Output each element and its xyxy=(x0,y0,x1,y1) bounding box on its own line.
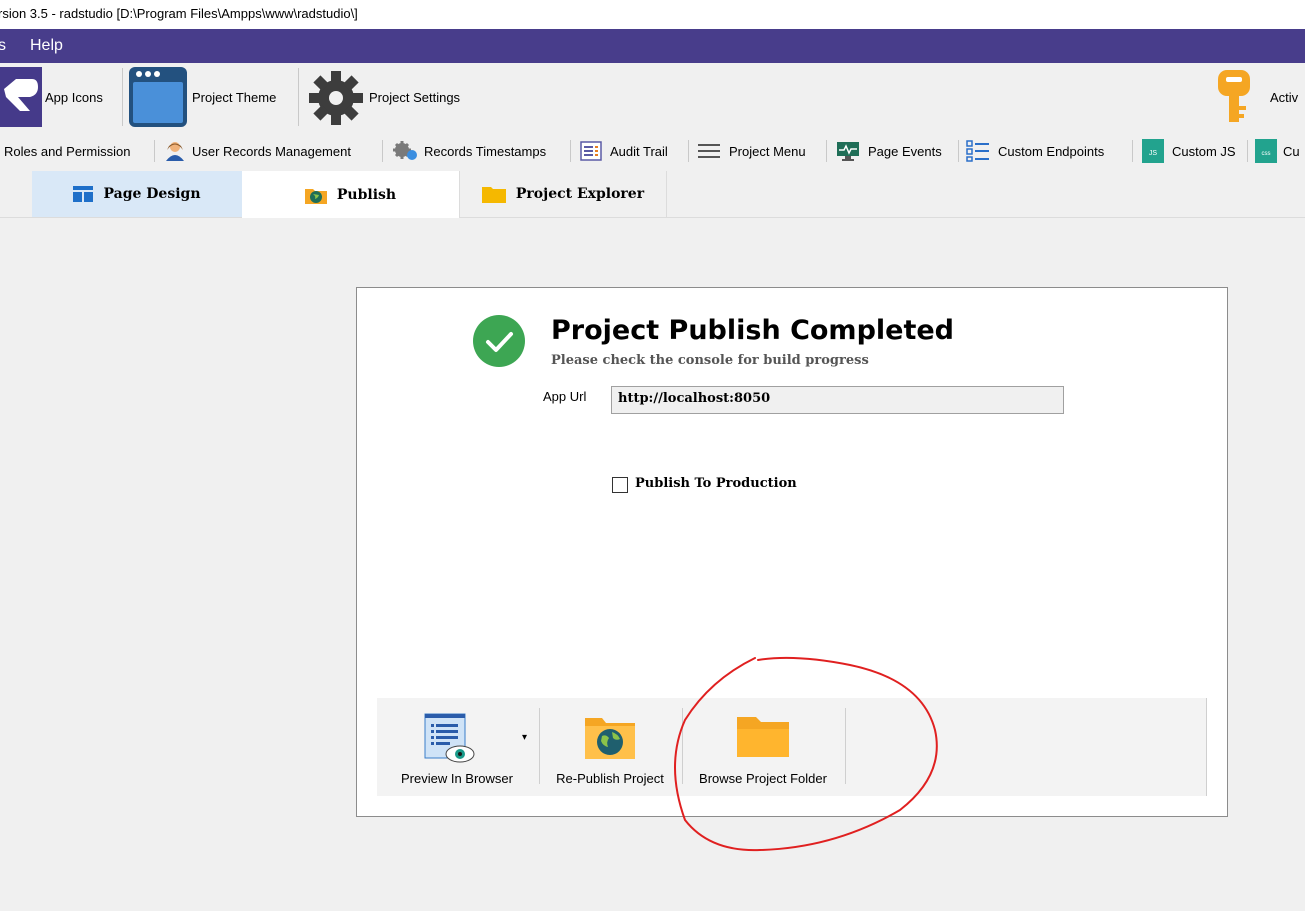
user-records-button[interactable]: User Records Management xyxy=(164,141,351,161)
preview-document-eye-icon xyxy=(424,713,475,763)
tab-project-explorer[interactable]: Project Explorer xyxy=(459,171,667,217)
project-theme-button[interactable]: Project Theme xyxy=(128,65,296,129)
css-file-icon: css xyxy=(1255,139,1277,163)
page-events-label: Page Events xyxy=(868,143,942,159)
secondary-toolbar: Roles and Permission User Records Manage… xyxy=(0,131,1305,169)
browse-project-folder-label: Browse Project Folder xyxy=(699,771,827,786)
window-title: rsion 3.5 - radstudio [D:\Program Files\… xyxy=(0,6,358,21)
js-file-icon: JS xyxy=(1142,139,1164,163)
custom-css-label: Cu xyxy=(1283,143,1300,159)
preview-in-browser-button[interactable]: ▾ Preview In Browser xyxy=(377,698,537,796)
roles-permission-label: Roles and Permission xyxy=(4,143,131,159)
app-icons-button[interactable]: App Icons xyxy=(0,65,120,129)
project-menu-label: Project Menu xyxy=(729,143,806,159)
globe-folder-icon xyxy=(304,188,327,204)
hamburger-menu-icon xyxy=(698,144,720,158)
records-timestamps-button[interactable]: Records Timestamps xyxy=(390,141,546,161)
activate-label: Activ xyxy=(1270,90,1299,105)
key-icon xyxy=(1218,70,1250,122)
folder-icon xyxy=(481,187,506,203)
menu-item-tools[interactable]: s xyxy=(0,37,6,55)
roles-permission-button[interactable]: Roles and Permission xyxy=(4,141,130,161)
tab-strip: Page Design Publish Project Explorer xyxy=(0,171,1305,218)
tab-page-design-label: Page Design xyxy=(103,186,201,202)
timestamp-gear-icon xyxy=(393,141,417,160)
main-toolbar: App Icons Project Theme Project Settings… xyxy=(0,63,1305,131)
title-bar: rsion 3.5 - radstudio [D:\Program Files\… xyxy=(0,0,1305,29)
list-bullets-icon xyxy=(966,140,989,162)
menu-bar: s Help xyxy=(0,29,1305,63)
audit-trail-button[interactable]: Audit Trail xyxy=(580,141,668,161)
publish-subtitle: Please check the console for build progr… xyxy=(551,353,869,368)
tab-publish[interactable]: Publish xyxy=(242,171,459,218)
publish-panel: Project Publish Completed Please check t… xyxy=(356,287,1228,817)
custom-js-button[interactable]: JS Custom JS xyxy=(1142,139,1236,163)
project-settings-button[interactable]: Project Settings xyxy=(305,65,480,129)
folder-icon xyxy=(737,717,789,757)
app-icons-icon xyxy=(0,67,42,127)
page-events-button[interactable]: Page Events xyxy=(836,141,942,161)
project-menu-button[interactable]: Project Menu xyxy=(697,141,806,161)
publish-production-checkbox[interactable] xyxy=(612,477,628,493)
records-timestamps-label: Records Timestamps xyxy=(424,143,547,159)
custom-endpoints-label: Custom Endpoints xyxy=(998,143,1105,159)
tab-publish-label: Publish xyxy=(336,186,397,203)
publish-actions-bar: ▾ Preview In Browser Re-Publish Project … xyxy=(377,698,1207,796)
custom-endpoints-button[interactable]: Custom Endpoints xyxy=(966,140,1105,162)
tab-project-explorer-label: Project Explorer xyxy=(515,186,645,202)
project-theme-label: Project Theme xyxy=(192,90,277,105)
app-url-field[interactable]: http://localhost:8050 xyxy=(611,386,1064,414)
activate-button[interactable]: Activ xyxy=(1212,65,1305,129)
user-icon xyxy=(166,142,184,161)
audit-list-icon xyxy=(580,141,602,161)
user-records-label: User Records Management xyxy=(192,143,351,159)
custom-css-button[interactable]: css Cu xyxy=(1255,139,1300,163)
success-check-icon xyxy=(473,315,525,367)
publish-title: Project Publish Completed xyxy=(551,315,955,346)
republish-project-label: Re-Publish Project xyxy=(556,771,664,786)
project-settings-label: Project Settings xyxy=(369,90,461,105)
republish-project-button[interactable]: Re-Publish Project xyxy=(540,698,680,796)
app-url-label: App Url xyxy=(543,389,587,404)
app-icons-label: App Icons xyxy=(45,90,103,105)
preview-in-browser-label: Preview In Browser xyxy=(401,771,513,786)
custom-js-label: Custom JS xyxy=(1172,143,1236,159)
audit-trail-label: Audit Trail xyxy=(610,143,668,159)
tab-page-design[interactable]: Page Design xyxy=(32,171,242,217)
globe-folder-icon xyxy=(585,718,635,759)
gear-icon xyxy=(309,71,363,125)
monitor-pulse-icon xyxy=(837,142,859,161)
browse-project-folder-button[interactable]: Browse Project Folder xyxy=(683,698,843,796)
menu-item-help[interactable]: Help xyxy=(30,37,63,55)
project-theme-icon xyxy=(129,67,187,127)
layout-icon xyxy=(73,186,94,202)
dropdown-arrow-icon[interactable]: ▾ xyxy=(522,732,527,743)
publish-production-label[interactable]: Publish To Production xyxy=(635,476,797,491)
